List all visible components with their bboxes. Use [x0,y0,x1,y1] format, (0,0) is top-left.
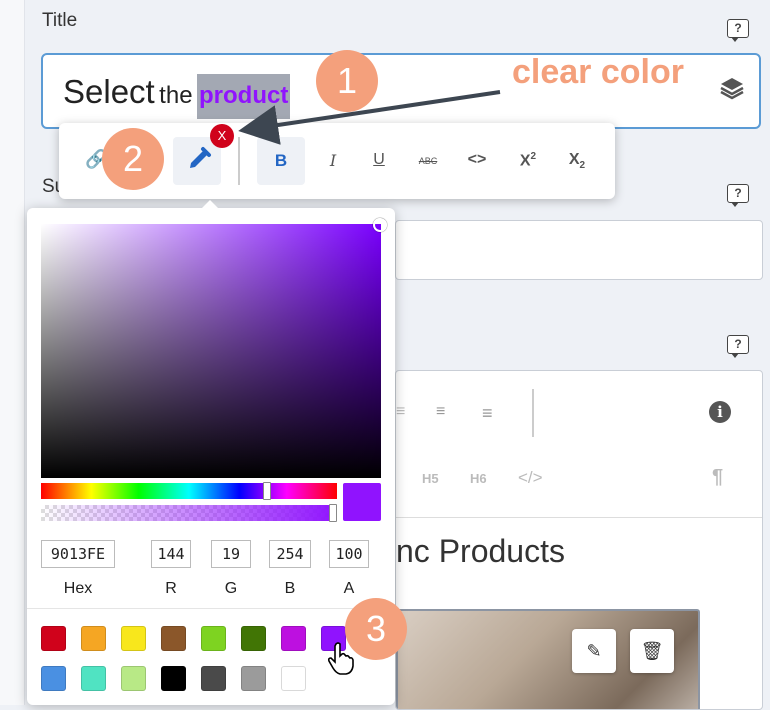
step-badge-1: 1 [316,50,378,112]
step-badge-2: 2 [102,128,164,190]
step-badge-3: 3 [345,598,407,660]
clear-color-callout: clear color [512,53,684,91]
